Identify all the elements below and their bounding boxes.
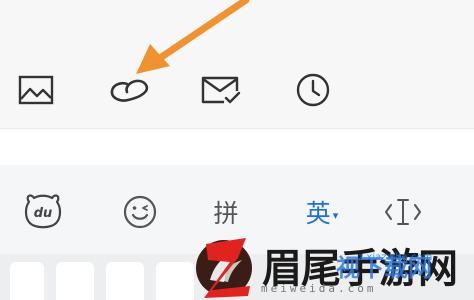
watermark: 眉尾手游网 视下载网 z.xiazaiba.com meiweida.com xyxy=(188,230,474,300)
pinyin-mode-button[interactable]: 拼 xyxy=(204,190,248,234)
watermark-overlay-subtext: z.xiazaiba.com xyxy=(358,252,433,263)
mail-check-icon xyxy=(201,76,241,104)
schedule-button[interactable] xyxy=(291,68,335,112)
keyboard-key[interactable] xyxy=(10,262,44,300)
english-label: 英 xyxy=(305,199,331,228)
text-cursor-icon xyxy=(385,199,421,225)
insert-image-button[interactable] xyxy=(14,68,58,112)
du-logo-text: du xyxy=(34,206,53,221)
content-gap xyxy=(0,129,474,165)
cursor-move-button[interactable] xyxy=(378,190,428,234)
emoji-wink-icon xyxy=(123,195,157,229)
baidu-input-logo-button[interactable]: du xyxy=(18,190,68,234)
link-icon xyxy=(110,79,149,102)
watermark-logo-icon xyxy=(196,238,252,298)
english-mode-button[interactable]: 英 ▾ xyxy=(294,190,350,234)
keyboard-key[interactable] xyxy=(56,262,94,300)
clock-icon xyxy=(296,73,330,107)
watermark-subtitle: meiweida.com xyxy=(261,282,377,295)
emoji-button[interactable] xyxy=(118,190,162,234)
keyboard-key[interactable] xyxy=(106,262,144,300)
insert-link-button[interactable] xyxy=(108,68,152,112)
pinyin-label: 拼 xyxy=(213,199,239,228)
insert-mail-button[interactable] xyxy=(199,68,243,112)
chevron-down-icon: ▾ xyxy=(332,208,339,222)
image-icon xyxy=(18,75,54,105)
baidu-bear-icon: du xyxy=(24,194,62,229)
